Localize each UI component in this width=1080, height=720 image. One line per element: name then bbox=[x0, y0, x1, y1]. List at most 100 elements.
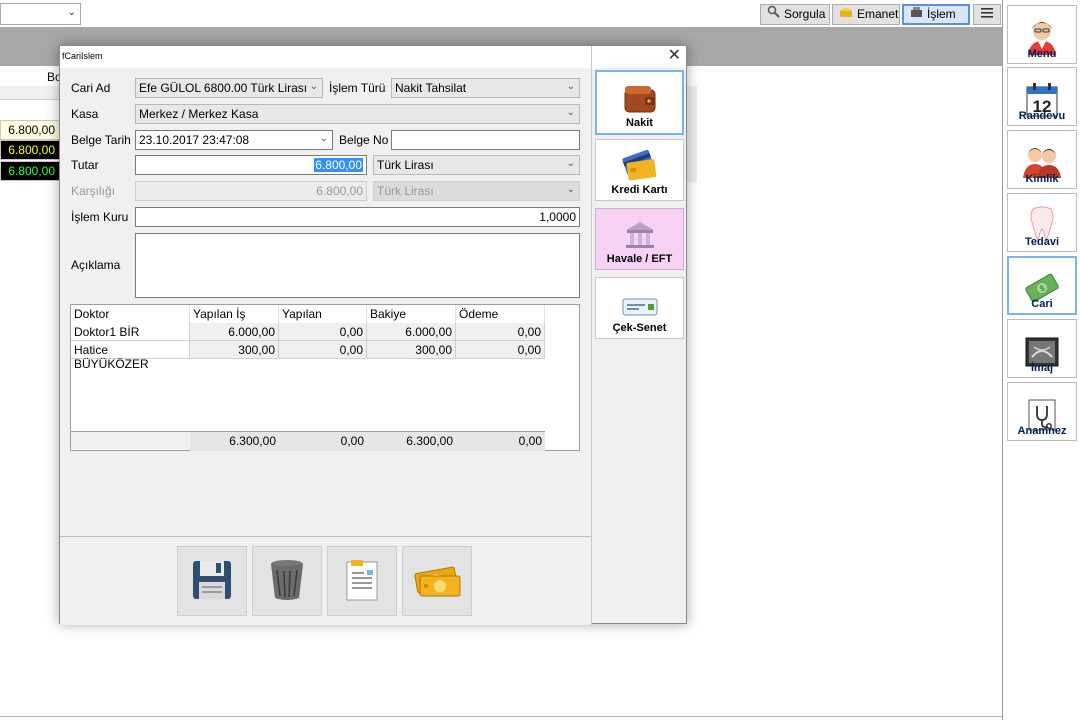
emanet-icon bbox=[839, 5, 853, 24]
column-header-odeme[interactable]: Ödeme bbox=[456, 305, 545, 323]
sidebar-item-label: Randevu bbox=[1018, 110, 1066, 122]
tutar-input[interactable]: 6.800,00 bbox=[135, 155, 367, 175]
cell-yapilan-is: 6.000,00 bbox=[190, 323, 279, 341]
belge-tarih-picker[interactable]: 23.10.2017 23:47:08 ⌄ bbox=[135, 130, 333, 150]
dialog-panel-divider bbox=[591, 46, 592, 625]
kredi-karti-button[interactable]: Kredi Kartı bbox=[595, 139, 684, 201]
kasa-combo[interactable]: Merkez / Merkez Kasa ⌄ bbox=[135, 104, 580, 124]
column-header-bakiye[interactable]: Bakiye bbox=[367, 305, 456, 323]
close-icon[interactable]: ✕ bbox=[668, 47, 681, 65]
sorgula-label: Sorgula bbox=[784, 7, 826, 21]
cari-islem-dialog: fCariIslem ✕ Cari Ad Efe GÜLOL 6800.00 T… bbox=[59, 45, 687, 625]
islem-kuru-label: İşlem Kuru bbox=[71, 210, 129, 224]
total-yapilan-is: 6.300,00 bbox=[190, 432, 279, 451]
search-icon bbox=[767, 5, 780, 24]
save-button[interactable] bbox=[177, 546, 247, 616]
kasa-value: Merkez / Merkez Kasa bbox=[139, 107, 259, 121]
bottom-border bbox=[0, 716, 1002, 717]
hamburger-icon bbox=[981, 5, 993, 24]
delete-button[interactable] bbox=[252, 546, 322, 616]
islem-label: İşlem bbox=[927, 7, 956, 21]
emanet-button[interactable]: Emanet bbox=[832, 4, 900, 25]
sidebar-item-randevu[interactable]: 12 Randevu bbox=[1007, 67, 1077, 126]
gold-money-icon bbox=[412, 562, 462, 601]
floppy-disk-icon bbox=[191, 559, 233, 604]
cell-doktor: Hatice BÜYÜKÖZER bbox=[71, 341, 190, 371]
table-header: Doktor Yapılan İş Yapılan Tahsilat Bakiy… bbox=[71, 305, 545, 335]
dialog-titlebar: fCariIslem ✕ bbox=[60, 46, 686, 68]
dialog-action-panel bbox=[60, 536, 591, 625]
belge-no-input[interactable] bbox=[391, 130, 580, 150]
belge-no-label: Belge No bbox=[339, 133, 389, 147]
dialog-title: fCariIslem bbox=[62, 51, 103, 61]
cell-bakiye: 6.000,00 bbox=[367, 323, 456, 341]
cell-odeme[interactable]: 0,00 bbox=[456, 323, 545, 341]
trash-bin-icon bbox=[267, 558, 307, 605]
cell-yapilan-tahsilat: 0,00 bbox=[279, 323, 367, 341]
tutar-value: 6.800,00 bbox=[314, 158, 363, 172]
cell-yapilan-tahsilat: 0,00 bbox=[279, 341, 367, 359]
tutar-currency-combo[interactable]: Türk Lirası ⌄ bbox=[373, 155, 580, 175]
cari-ad-combo[interactable]: Efe GÜLOL 6800.00 Türk Lirası ⌄ bbox=[135, 78, 323, 98]
sidebar-item-anamnez[interactable]: Anamnez bbox=[1007, 382, 1077, 441]
aciklama-label: Açıklama bbox=[71, 258, 121, 272]
aciklama-textarea[interactable] bbox=[135, 233, 580, 298]
chevron-down-icon: ⌄ bbox=[67, 7, 76, 18]
kasa-label: Kasa bbox=[71, 107, 99, 121]
payment-button[interactable] bbox=[402, 546, 472, 616]
table-row[interactable]: Hatice BÜYÜKÖZER 300,00 0,00 300,00 0,00 bbox=[71, 341, 545, 371]
sidebar-item-label: Menu bbox=[1027, 48, 1057, 60]
cell-yapilan-is: 300,00 bbox=[190, 341, 279, 359]
cell-bakiye: 300,00 bbox=[367, 341, 456, 359]
cari-ad-label: Cari Ad bbox=[71, 81, 111, 95]
chevron-down-icon: ⌄ bbox=[566, 184, 575, 195]
cek-senet-label: Çek-Senet bbox=[612, 322, 667, 334]
tutar-currency-value: Türk Lirası bbox=[377, 158, 434, 172]
havale-eft-label: Havale / EFT bbox=[606, 253, 673, 265]
background-row-amount: 6.800,00 bbox=[0, 161, 60, 181]
cash-register-icon bbox=[910, 5, 923, 24]
sidebar-item-menu[interactable]: Menu bbox=[1007, 5, 1077, 64]
total-doktor bbox=[71, 432, 190, 451]
background-row-amount: 6.800,00 bbox=[0, 120, 60, 140]
islem-button[interactable]: İşlem bbox=[902, 4, 970, 25]
nakit-button[interactable]: Nakit bbox=[595, 70, 684, 135]
doktor-table: Doktor Yapılan İş Yapılan Tahsilat Bakiy… bbox=[70, 304, 580, 451]
tutar-label: Tutar bbox=[71, 158, 99, 172]
column-header-doktor[interactable]: Doktor bbox=[71, 305, 190, 323]
cek-senet-button[interactable]: Çek-Senet bbox=[595, 277, 684, 339]
bank-icon bbox=[622, 220, 658, 253]
sidebar-item-label: Anamnez bbox=[1017, 425, 1067, 437]
column-header-yapilan-tahsilat[interactable]: Yapılan Tahsilat bbox=[279, 305, 367, 335]
sidebar-item-cari[interactable]: $ Cari bbox=[1007, 256, 1077, 315]
table-row[interactable]: Doktor1 BİR 6.000,00 0,00 6.000,00 0,00 bbox=[71, 323, 545, 341]
background-grid-edge bbox=[686, 86, 697, 182]
chevron-down-icon: ⌄ bbox=[309, 81, 318, 92]
islem-turu-label: İşlem Türü bbox=[329, 81, 386, 95]
karsiligi-input: 6.800,00 bbox=[135, 181, 367, 201]
column-header-yapilan-is[interactable]: Yapılan İş bbox=[190, 305, 279, 323]
karsiligi-currency-combo: Türk Lirası ⌄ bbox=[373, 181, 580, 201]
top-combo-box[interactable]: ⌄ bbox=[0, 3, 81, 25]
sidebar-item-label: Kimlik bbox=[1025, 173, 1059, 185]
sorgula-button[interactable]: Sorgula bbox=[760, 4, 830, 25]
report-button[interactable] bbox=[327, 546, 397, 616]
background-row-amount: 6.800,00 bbox=[0, 140, 60, 160]
sidebar-item-label: Cari bbox=[1031, 298, 1053, 310]
chevron-down-icon: ⌄ bbox=[566, 81, 575, 92]
kredi-karti-label: Kredi Kartı bbox=[611, 184, 668, 196]
cell-odeme[interactable]: 0,00 bbox=[456, 341, 545, 359]
total-yapilan-tahsilat: 0,00 bbox=[279, 432, 367, 451]
karsiligi-currency-value: Türk Lirası bbox=[377, 184, 434, 198]
havale-eft-button[interactable]: Havale / EFT bbox=[595, 208, 684, 270]
sidebar-item-tedavi[interactable]: Tedavi bbox=[1007, 193, 1077, 252]
sidebar-item-kimlik[interactable]: Kimlik bbox=[1007, 130, 1077, 189]
sidebar-item-imaj[interactable]: İmaj bbox=[1007, 319, 1077, 378]
emanet-label: Emanet bbox=[857, 7, 899, 21]
hamburger-menu-button[interactable] bbox=[973, 4, 1001, 25]
islem-kuru-input[interactable]: 1,0000 bbox=[135, 207, 580, 227]
islem-turu-value: Nakit Tahsilat bbox=[395, 81, 467, 95]
sidebar-item-label: İmaj bbox=[1030, 362, 1053, 374]
wallet-icon bbox=[623, 84, 657, 117]
islem-turu-combo[interactable]: Nakit Tahsilat ⌄ bbox=[391, 78, 580, 98]
